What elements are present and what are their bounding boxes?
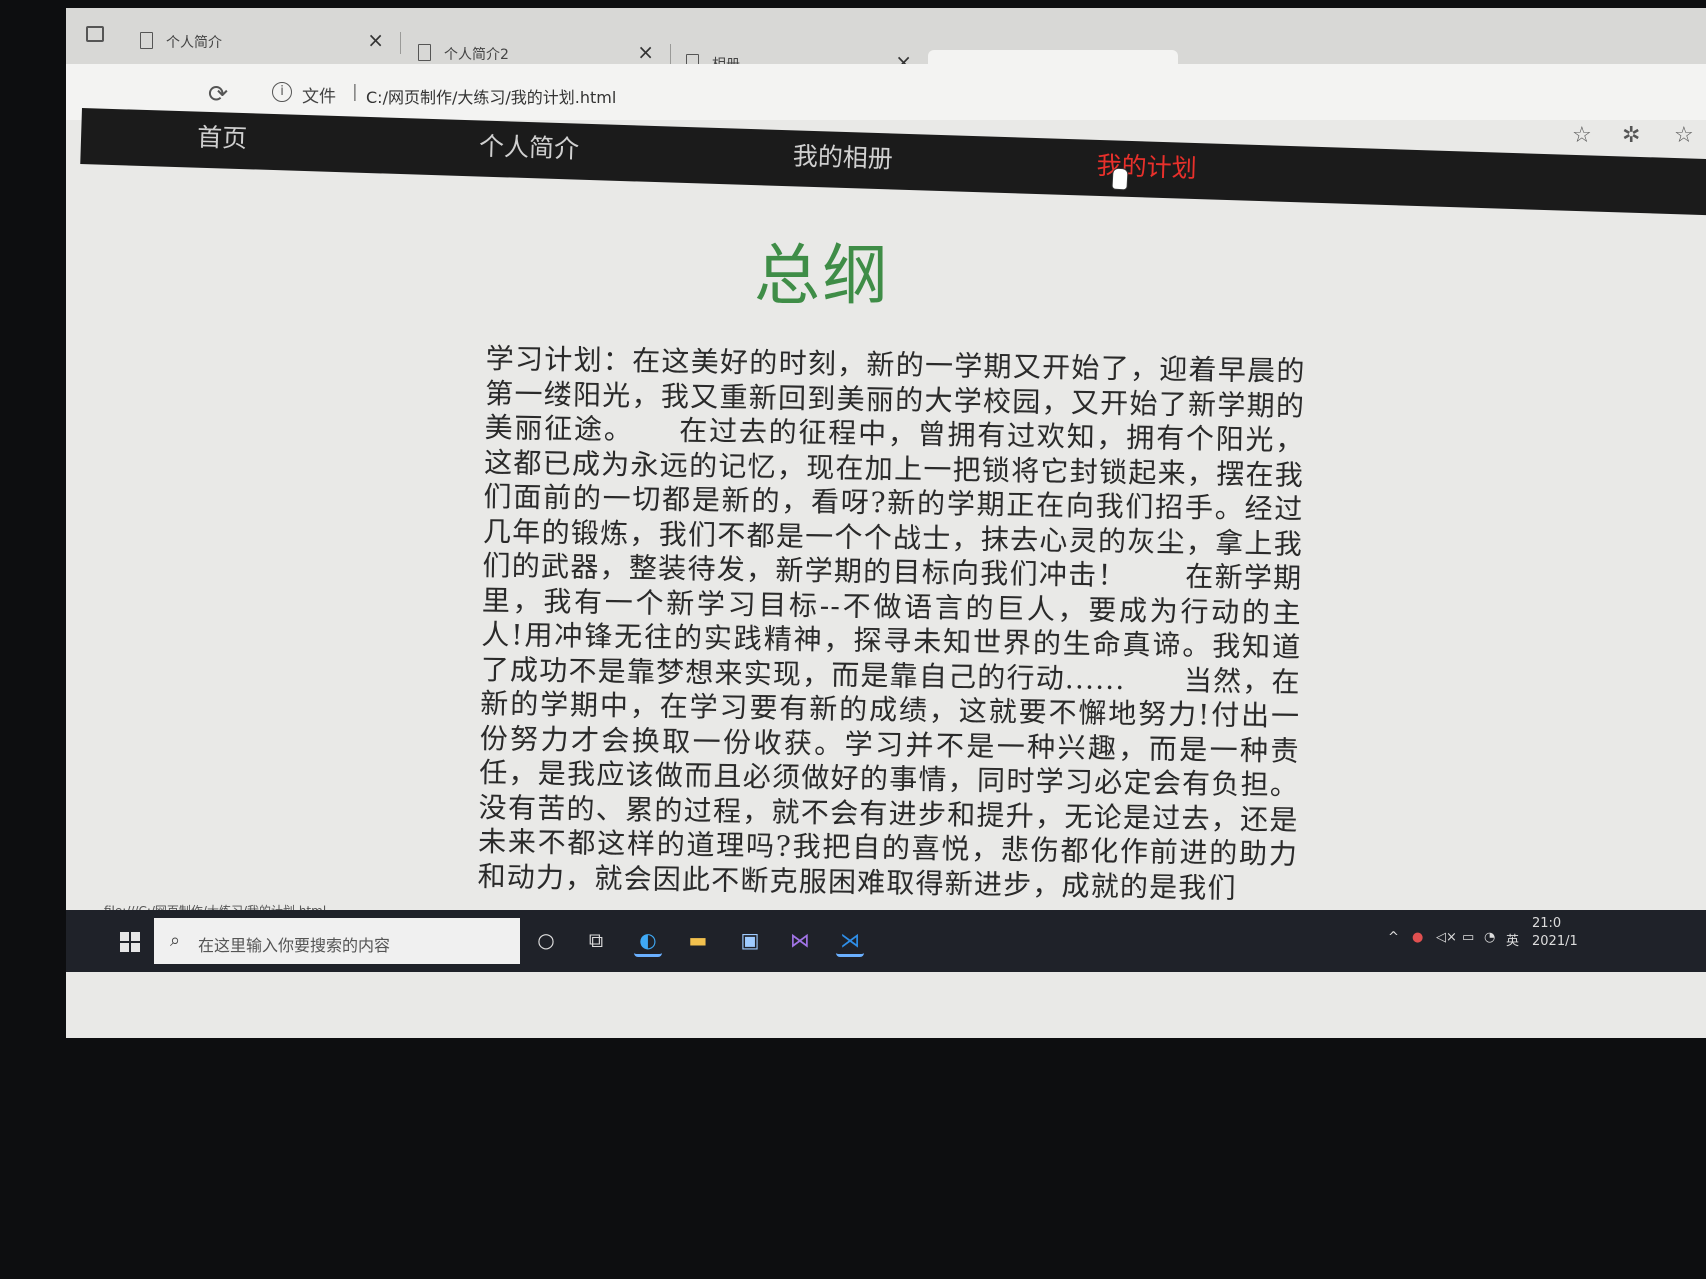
taskbar: ⌕ 在这里输入你要搜索的内容 ○ ⧉ ◐ ▬ ▣ ⋈ ⋊ ^ ● ◁× ▭ ◔ …: [66, 910, 1706, 972]
clock-date[interactable]: 2021/1: [1532, 934, 1578, 949]
tab-title: 个人简介: [166, 35, 222, 51]
address-separator: |: [352, 82, 358, 102]
edge-browser-icon[interactable]: ◐: [634, 926, 662, 957]
url-field[interactable]: C:/网页制作/大练习/我的计划.html: [366, 84, 616, 108]
site-nav: 首页 个人简介 我的相册 我的计划: [80, 108, 1706, 217]
reload-icon[interactable]: ⟳: [208, 80, 228, 108]
close-tab-icon[interactable]: ×: [637, 40, 654, 64]
monitor-screen: 个人简介 × 个人简介2 × 相册 × 计划 × + ⟳ i 文件 | C:/网…: [66, 8, 1706, 1038]
nav-profile[interactable]: 个人简介: [478, 126, 580, 165]
tab-title: 个人简介2: [444, 47, 509, 63]
battery-icon[interactable]: ▭: [1462, 930, 1474, 945]
page-icon: [418, 44, 431, 61]
hand-cursor-icon: [1111, 167, 1129, 191]
task-view-icon[interactable]: ⧉: [582, 926, 610, 954]
visual-studio-icon[interactable]: ⋈: [786, 926, 814, 954]
control-panel-icon[interactable]: ▣: [736, 926, 764, 954]
cortana-icon[interactable]: ○: [532, 926, 560, 954]
close-tab-icon[interactable]: ×: [367, 28, 384, 52]
nav-home[interactable]: 首页: [197, 118, 248, 156]
file-explorer-icon[interactable]: ▬: [684, 926, 712, 954]
tab-strip: 个人简介 × 个人简介2 × 相册 × 计划 ×: [66, 8, 1706, 96]
add-favorite-icon[interactable]: ☆: [1572, 123, 1592, 148]
ime-indicator[interactable]: 英: [1506, 930, 1519, 949]
plan-paragraph: 学习计划：在这美好的时刻，新的一学期又开始了，迎着早晨的第一缕阳光，我又重新回到…: [477, 342, 1306, 905]
page-icon: [140, 32, 153, 49]
tab-profile[interactable]: 个人简介 ×: [126, 18, 396, 64]
clock-time[interactable]: 21:0: [1532, 916, 1561, 931]
search-icon: ⌕: [170, 930, 181, 951]
windows-start-icon[interactable]: [120, 932, 140, 952]
tab-actions-icon[interactable]: [86, 26, 104, 42]
search-placeholder: 在这里输入你要搜索的内容: [198, 936, 391, 955]
file-label: 文件: [302, 87, 336, 107]
show-hidden-icons-icon[interactable]: ^: [1388, 930, 1399, 945]
wifi-icon[interactable]: ◔: [1484, 930, 1495, 945]
address-bar: ⟳ i 文件 | C:/网页制作/大练习/我的计划.html: [66, 64, 1706, 120]
favorites-icon[interactable]: ☆: [1674, 123, 1694, 148]
taskbar-search[interactable]: ⌕ 在这里输入你要搜索的内容: [154, 918, 520, 964]
tab-separator: [400, 32, 401, 54]
site-info-icon[interactable]: i: [272, 82, 292, 102]
nav-album[interactable]: 我的相册: [792, 136, 893, 175]
tab-separator: [670, 44, 671, 66]
volume-muted-icon[interactable]: ◁×: [1436, 930, 1457, 945]
page-title: 总纲: [754, 237, 890, 314]
extensions-icon[interactable]: ✲: [1622, 123, 1640, 148]
app-tray-icon[interactable]: ●: [1412, 930, 1423, 945]
vscode-icon[interactable]: ⋊: [836, 926, 864, 957]
